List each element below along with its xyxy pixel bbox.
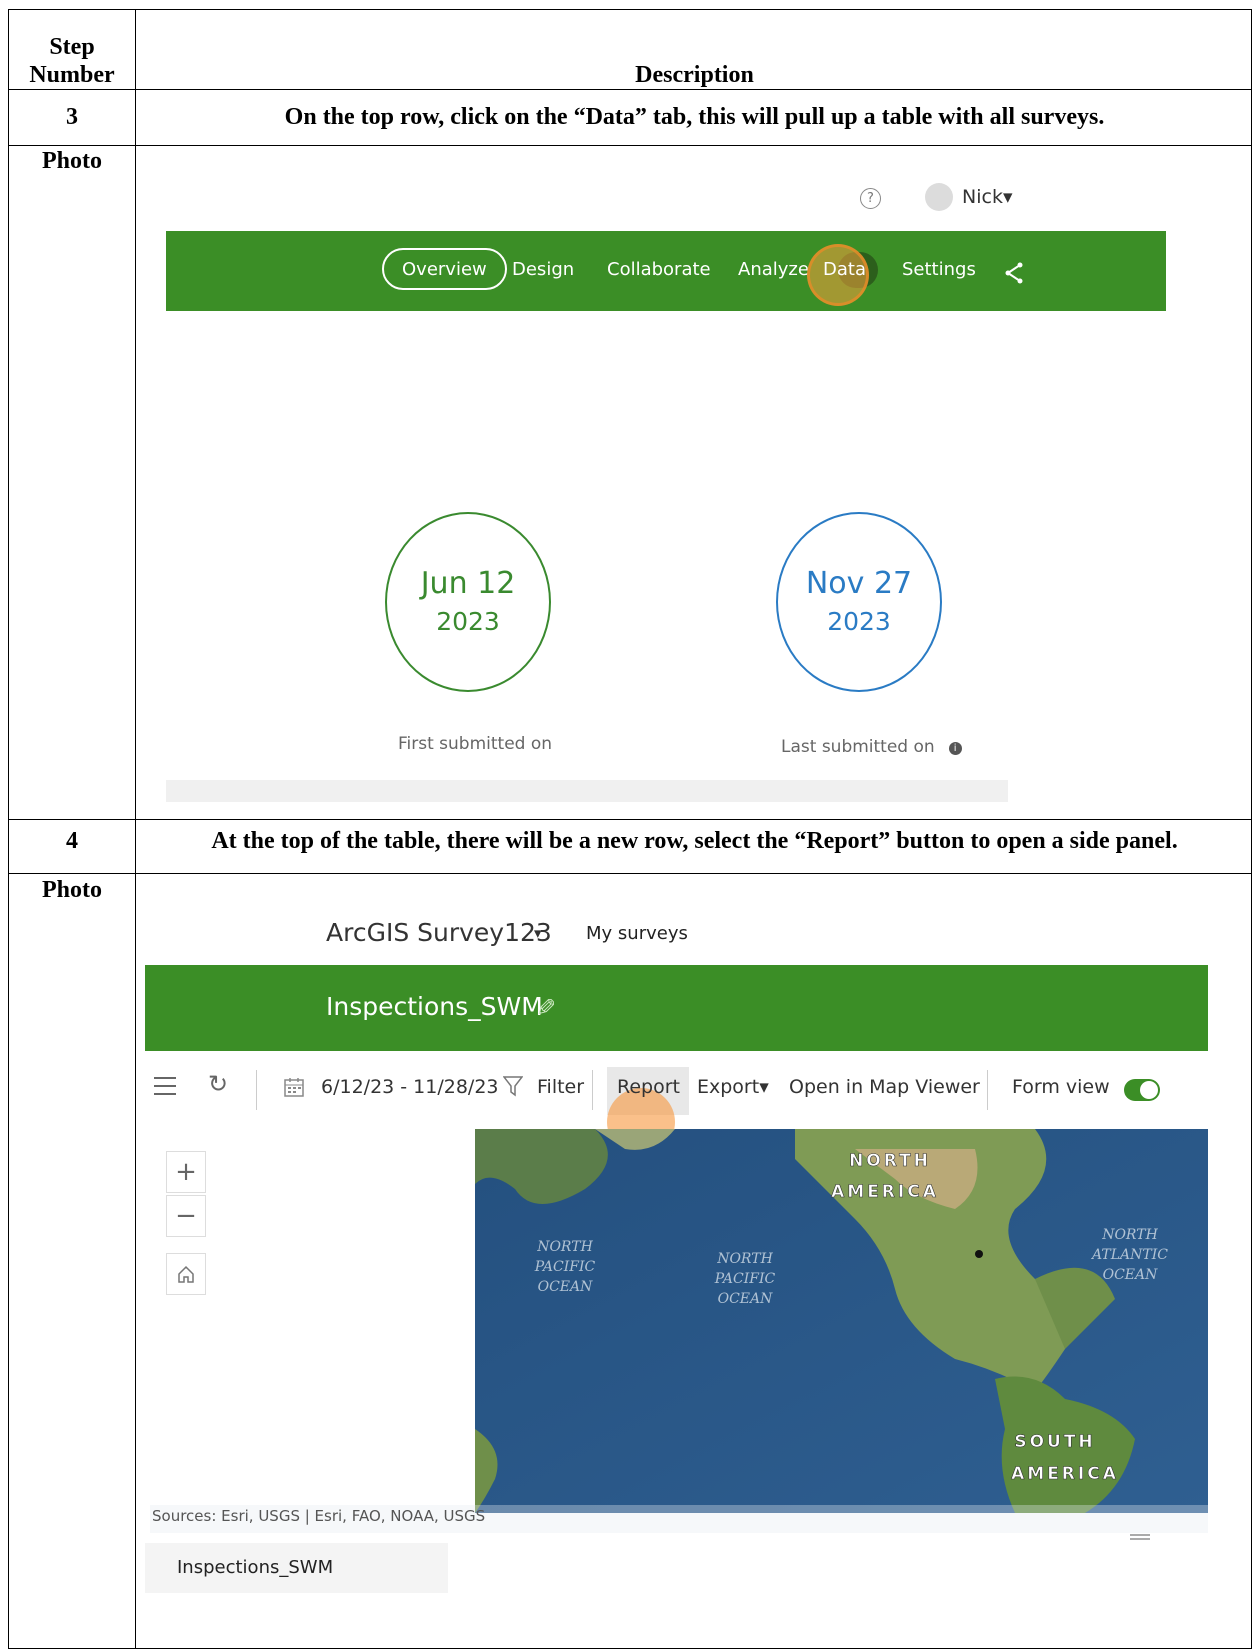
ocean-label: PACIFIC	[534, 1259, 596, 1275]
tab-overview[interactable]: Overview	[382, 248, 507, 290]
last-submitted-caption: Last submitted on i	[781, 737, 962, 757]
header-step-line1: Step	[49, 34, 95, 60]
map-attribution: Sources: Esri, USGS | Esri, FAO, NOAA, U…	[152, 1507, 486, 1525]
zoom-out-button[interactable]: −	[166, 1195, 206, 1237]
ocean-label: PACIFIC	[714, 1271, 776, 1287]
toolbar-separator	[987, 1070, 988, 1110]
date-range[interactable]: 6/12/23 - 11/28/23	[321, 1076, 499, 1098]
step-description-3: On the top row, click on the “Data” tab,…	[284, 104, 1105, 130]
ocean-label: NORTH	[1101, 1227, 1158, 1243]
continent-label: AMERICA	[1011, 1464, 1119, 1484]
header-description: Description	[635, 62, 754, 88]
first-submitted-circle: Jun 12 2023	[385, 512, 551, 692]
ocean-label: NORTH	[716, 1251, 773, 1267]
ocean-label: NORTH	[536, 1239, 593, 1255]
layer-tab[interactable]: Inspections_SWM	[145, 1543, 448, 1593]
row-divider	[9, 89, 1251, 90]
user-menu[interactable]: Nick▾	[962, 186, 1012, 208]
filter-icon[interactable]	[502, 1075, 524, 1101]
pencil-icon[interactable]: ✎	[536, 994, 556, 1022]
survey-title: Inspections_SWM	[326, 992, 543, 1021]
first-date: Jun 12	[420, 566, 516, 601]
last-submitted-text: Last submitted on	[781, 737, 935, 757]
calendar-icon[interactable]	[283, 1076, 305, 1102]
tab-analyze[interactable]: Analyze	[738, 256, 809, 284]
continent-label: AMERICA	[831, 1182, 939, 1202]
share-icon[interactable]	[1004, 262, 1024, 288]
export-button[interactable]: Export▾	[697, 1076, 769, 1098]
last-year: 2023	[827, 607, 891, 636]
photo-label-4: Photo	[42, 877, 102, 903]
help-icon[interactable]: ?	[860, 188, 881, 209]
form-view-toggle[interactable]	[1124, 1079, 1160, 1101]
row-divider	[9, 145, 1251, 146]
last-date: Nov 27	[805, 566, 913, 601]
first-submitted-caption: First submitted on	[398, 734, 553, 754]
my-surveys-link[interactable]: My surveys	[586, 923, 688, 944]
step-description-4: At the top of the table, there will be a…	[211, 828, 1178, 854]
ocean-label: OCEAN	[718, 1291, 774, 1307]
row-divider	[9, 819, 1251, 820]
refresh-icon[interactable]: ↻	[208, 1070, 228, 1098]
open-map-viewer-button[interactable]: Open in Map Viewer	[789, 1076, 980, 1098]
zoom-in-button[interactable]: +	[166, 1151, 206, 1193]
resize-handle-icon[interactable]	[1130, 1534, 1150, 1536]
tab-design[interactable]: Design	[512, 256, 574, 284]
toolbar-separator	[592, 1070, 593, 1110]
ocean-label: ATLANTIC	[1090, 1247, 1168, 1263]
filter-button[interactable]: Filter	[537, 1076, 584, 1098]
photo-label-3: Photo	[42, 148, 102, 174]
last-submitted-circle: Nov 27 2023	[776, 512, 942, 692]
toolbar-separator	[256, 1070, 257, 1110]
avatar[interactable]	[925, 183, 953, 211]
report-button[interactable]: Report	[617, 1076, 680, 1098]
menu-icon[interactable]	[154, 1077, 176, 1095]
continent-label: SOUTH	[1014, 1432, 1095, 1452]
header-step-number: Step Number	[9, 33, 135, 89]
step-number-3: 3	[66, 104, 78, 130]
continent-label: NORTH	[849, 1151, 931, 1171]
tab-data[interactable]: Data	[823, 256, 866, 284]
chevron-down-icon[interactable]: ▾	[534, 924, 542, 942]
tab-settings[interactable]: Settings	[902, 256, 976, 284]
ocean-label: OCEAN	[538, 1279, 594, 1295]
basemap[interactable]: NORTH PACIFIC OCEAN NORTH PACIFIC OCEAN …	[475, 1129, 1208, 1513]
form-view-label: Form view	[1012, 1076, 1110, 1098]
row-divider	[9, 873, 1251, 874]
header-step-line2: Number	[29, 62, 115, 88]
survey-header-bar	[145, 965, 1208, 1051]
layer-tab-label: Inspections_SWM	[177, 1557, 334, 1578]
first-year: 2023	[436, 607, 500, 636]
tab-collaborate[interactable]: Collaborate	[607, 256, 711, 284]
ocean-label: OCEAN	[1103, 1267, 1159, 1283]
info-icon[interactable]: i	[948, 742, 962, 755]
app-title[interactable]: ArcGIS Survey123	[326, 918, 552, 947]
home-icon[interactable]	[166, 1253, 206, 1295]
step-number-4: 4	[66, 828, 78, 854]
table-strip	[166, 780, 1008, 802]
